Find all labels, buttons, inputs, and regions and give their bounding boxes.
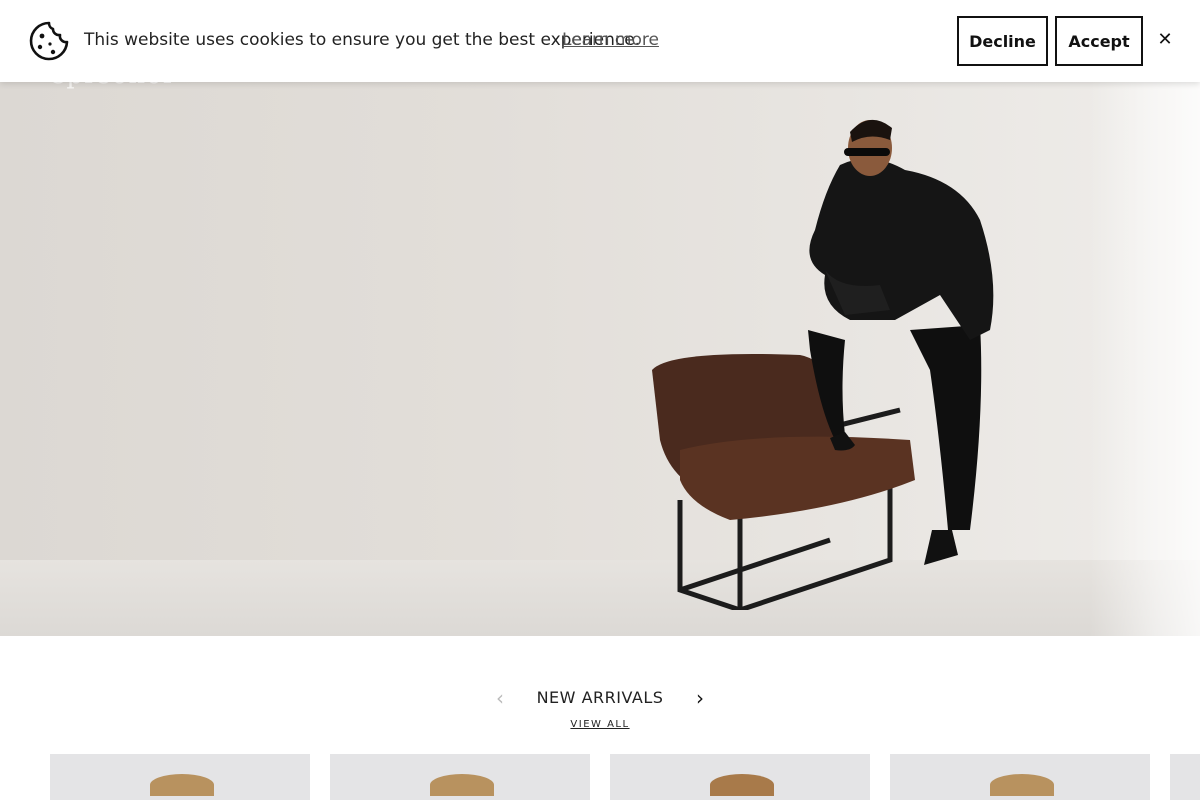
chevron-left-icon[interactable]: ‹ [490, 686, 510, 710]
decline-button[interactable]: Decline [957, 16, 1048, 66]
product-image [990, 774, 1054, 796]
chevron-right-icon[interactable]: › [690, 686, 710, 710]
new-arrivals-title: NEW ARRIVALS [536, 688, 664, 707]
cookie-banner: This website uses cookies to ensure you … [0, 0, 1200, 82]
product-card[interactable] [610, 754, 870, 800]
product-carousel [0, 754, 1200, 800]
product-card[interactable] [1170, 754, 1200, 800]
hero-curtain [1090, 0, 1200, 636]
learn-more-link[interactable]: Learn more [562, 30, 659, 50]
close-icon[interactable]: ✕ [1155, 28, 1175, 52]
product-image [710, 774, 774, 796]
product-card[interactable] [330, 754, 590, 800]
hero-model-image [652, 119, 994, 610]
hero-banner[interactable] [0, 0, 1200, 636]
product-card[interactable] [50, 754, 310, 800]
cookie-message: This website uses cookies to ensure you … [84, 30, 641, 50]
product-card[interactable] [890, 754, 1150, 800]
hero-floor [0, 560, 1200, 636]
view-all-link[interactable]: VIEW ALL [550, 719, 650, 730]
product-image [150, 774, 214, 796]
product-image [430, 774, 494, 796]
cookie-icon [29, 21, 69, 61]
accept-button[interactable]: Accept [1055, 16, 1143, 66]
